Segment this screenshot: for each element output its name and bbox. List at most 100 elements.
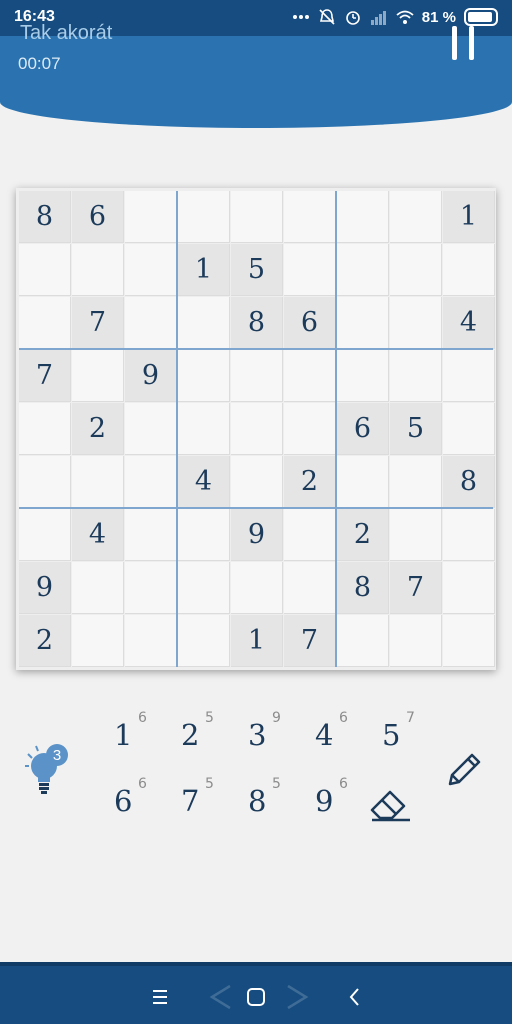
back-arrow-button[interactable] [204,980,238,1014]
cell-r2c5[interactable]: 5 [231,244,283,296]
hint-button[interactable]: 3 [24,742,72,798]
cell-r7c4[interactable] [178,509,230,561]
cell-r3c6[interactable]: 6 [284,297,336,349]
cell-r8c2[interactable] [72,562,124,614]
cell-r7c8[interactable] [390,509,442,561]
cell-r2c7[interactable] [337,244,389,296]
cell-r6c7[interactable] [337,456,389,508]
cell-r9c6[interactable]: 7 [284,615,336,667]
cell-r9c4[interactable] [178,615,230,667]
cell-r4c7[interactable] [337,350,389,402]
cell-r8c1[interactable]: 9 [19,562,71,614]
number-key-1[interactable]: 16 [106,710,166,760]
cell-r4c6[interactable] [284,350,336,402]
cell-r3c7[interactable] [337,297,389,349]
number-key-6[interactable]: 66 [106,776,166,826]
cell-r1c5[interactable] [231,191,283,243]
number-key-4[interactable]: 46 [307,710,367,760]
eraser-button[interactable] [364,780,416,824]
number-key-7[interactable]: 75 [173,776,233,826]
cell-r9c8[interactable] [390,615,442,667]
cell-r3c8[interactable] [390,297,442,349]
cell-r7c5[interactable]: 9 [231,509,283,561]
cell-r2c4[interactable]: 1 [178,244,230,296]
cell-r2c2[interactable] [72,244,124,296]
cell-r8c8[interactable]: 7 [390,562,442,614]
number-key-8[interactable]: 85 [240,776,300,826]
cell-r6c3[interactable] [125,456,177,508]
cell-r8c9[interactable] [443,562,495,614]
cell-r7c7[interactable]: 2 [337,509,389,561]
cell-r4c4[interactable] [178,350,230,402]
menu-button[interactable] [143,980,177,1014]
cell-r2c9[interactable] [443,244,495,296]
pencil-button[interactable] [442,748,486,792]
cell-r9c7[interactable] [337,615,389,667]
cell-r7c3[interactable] [125,509,177,561]
cell-r8c6[interactable] [284,562,336,614]
cell-r3c1[interactable] [19,297,71,349]
cell-r5c6[interactable] [284,403,336,455]
number-key-9[interactable]: 96 [307,776,367,826]
cell-r9c5[interactable]: 1 [231,615,283,667]
cell-r4c3[interactable]: 9 [125,350,177,402]
cell-r4c8[interactable] [390,350,442,402]
cell-r4c9[interactable] [443,350,495,402]
cell-r7c1[interactable] [19,509,71,561]
cell-r1c8[interactable] [390,191,442,243]
cell-r9c3[interactable] [125,615,177,667]
cell-r6c6[interactable]: 2 [284,456,336,508]
cell-r5c7[interactable]: 6 [337,403,389,455]
cell-r2c6[interactable] [284,244,336,296]
cell-r9c2[interactable] [72,615,124,667]
battery-icon [464,8,498,26]
cell-r5c3[interactable] [125,403,177,455]
home-button[interactable] [239,980,273,1014]
cell-r9c9[interactable] [443,615,495,667]
cell-r4c1[interactable]: 7 [19,350,71,402]
cell-r1c6[interactable] [284,191,336,243]
cell-r6c5[interactable] [231,456,283,508]
cell-r6c9[interactable]: 8 [443,456,495,508]
cell-r2c1[interactable] [19,244,71,296]
number-key-3[interactable]: 39 [240,710,300,760]
cell-r3c5[interactable]: 8 [231,297,283,349]
cell-r1c7[interactable] [337,191,389,243]
cell-r1c3[interactable] [125,191,177,243]
cell-r6c2[interactable] [72,456,124,508]
cell-r3c3[interactable] [125,297,177,349]
cell-r6c8[interactable] [390,456,442,508]
cell-r3c9[interactable]: 4 [443,297,495,349]
cell-r5c1[interactable] [19,403,71,455]
cell-r8c4[interactable] [178,562,230,614]
cell-r2c3[interactable] [125,244,177,296]
cell-r4c5[interactable] [231,350,283,402]
cell-r8c7[interactable]: 8 [337,562,389,614]
cell-r4c2[interactable] [72,350,124,402]
cell-r3c2[interactable]: 7 [72,297,124,349]
cell-r6c4[interactable]: 4 [178,456,230,508]
cell-r7c9[interactable] [443,509,495,561]
cell-r9c1[interactable]: 2 [19,615,71,667]
cell-r5c2[interactable]: 2 [72,403,124,455]
cell-r1c9[interactable]: 1 [443,191,495,243]
cell-r8c3[interactable] [125,562,177,614]
cell-r6c1[interactable] [19,456,71,508]
cell-r2c8[interactable] [390,244,442,296]
back-button[interactable] [338,980,372,1014]
cell-r5c8[interactable]: 5 [390,403,442,455]
cell-r5c5[interactable] [231,403,283,455]
cell-r3c4[interactable] [178,297,230,349]
number-key-2[interactable]: 25 [173,710,233,760]
cell-r7c2[interactable]: 4 [72,509,124,561]
cell-r1c1[interactable]: 8 [19,191,71,243]
cell-r1c4[interactable] [178,191,230,243]
pause-button[interactable] [448,26,478,60]
cell-r7c6[interactable] [284,509,336,561]
number-key-5[interactable]: 57 [374,710,434,760]
cell-r1c2[interactable]: 6 [72,191,124,243]
forward-arrow-button[interactable] [280,980,314,1014]
cell-r5c9[interactable] [443,403,495,455]
cell-r5c4[interactable] [178,403,230,455]
cell-r8c5[interactable] [231,562,283,614]
